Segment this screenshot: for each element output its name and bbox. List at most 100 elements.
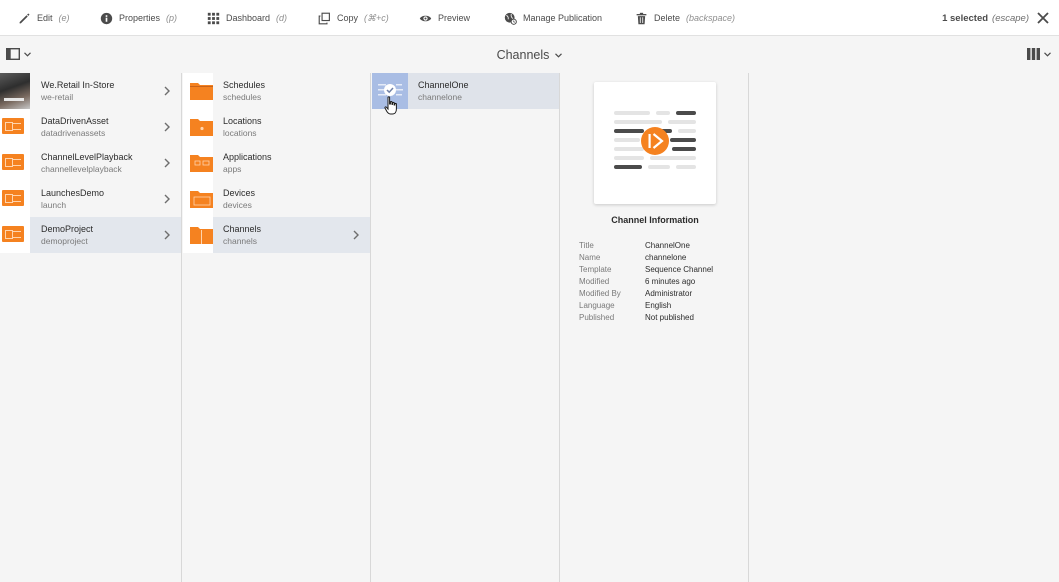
title-bar: Channels <box>0 37 1059 73</box>
item-subtitle: channels <box>223 236 258 246</box>
list-item[interactable]: ChannelOne channelone <box>372 73 559 109</box>
list-item[interactable]: Schedules schedules <box>183 73 370 109</box>
item-subtitle: launch <box>41 200 67 210</box>
metadata-value: English <box>645 300 672 310</box>
project-thumbnail <box>0 145 30 181</box>
selection-status: 1 selected (escape) <box>942 0 1029 36</box>
list-item[interactable]: DataDrivenAsset datadrivenassets <box>0 109 181 145</box>
metadata-value: Sequence Channel <box>645 264 714 274</box>
folder-icon <box>190 227 213 244</box>
list-item[interactable]: Locations locations <box>183 109 370 145</box>
list-item[interactable]: LaunchesDemo launch <box>0 181 181 217</box>
folder-thumbnail <box>183 73 213 109</box>
eye-icon <box>419 15 432 21</box>
metadata-row: Modified By Administrator <box>579 287 747 299</box>
metadata-row: Template Sequence Channel <box>579 263 747 275</box>
view-switcher-button[interactable] <box>1027 48 1051 60</box>
chevron-right-icon[interactable] <box>163 86 171 96</box>
project-thumbnail <box>0 217 30 253</box>
channel-thumbnail-image <box>614 111 696 169</box>
item-title: Locations <box>223 116 262 126</box>
item-title: Devices <box>223 188 256 198</box>
item-subtitle: schedules <box>223 92 262 102</box>
columns-icon <box>1027 48 1040 60</box>
folder-thumbnail <box>183 145 213 181</box>
item-subtitle: channellevelplayback <box>41 164 122 174</box>
item-subtitle: devices <box>223 200 252 210</box>
manage-publication-button[interactable]: Manage Publication <box>504 0 602 36</box>
play-icon <box>641 127 669 155</box>
selection-checkbox[interactable] <box>372 73 408 109</box>
item-subtitle: datadrivenassets <box>41 128 106 138</box>
preview-button[interactable]: Preview <box>419 0 470 36</box>
item-title: Applications <box>223 152 272 162</box>
item-title: ChannelLevelPlayback <box>41 152 133 162</box>
close-icon[interactable] <box>1035 10 1051 26</box>
chevron-right-icon[interactable] <box>163 194 171 204</box>
projects-column: We.Retail In-Store we-retail DataDrivenA… <box>0 73 182 582</box>
properties-shortcut: (p) <box>166 13 178 23</box>
escape-shortcut: (escape) <box>992 12 1029 24</box>
metadata-value: Administrator <box>645 288 693 298</box>
list-item[interactable]: Devices devices <box>183 181 370 217</box>
action-bar: Edit (e) Properties (p) Dashboard (d) Co… <box>0 0 1059 36</box>
metadata-key: Language <box>579 300 615 310</box>
title-dropdown[interactable]: Channels <box>0 37 1059 73</box>
item-title: Schedules <box>223 80 266 90</box>
metadata-row: Language English <box>579 299 747 311</box>
properties-button[interactable]: Properties (p) <box>100 0 177 36</box>
list-item[interactable]: DemoProject demoproject <box>0 217 181 253</box>
delete-label: Delete <box>654 13 681 23</box>
item-subtitle: apps <box>223 164 242 174</box>
folder-icon <box>190 191 213 208</box>
edit-label: Edit <box>37 13 53 23</box>
item-title: LaunchesDemo <box>41 188 105 198</box>
trash-icon <box>636 12 647 24</box>
edit-button[interactable]: Edit (e) <box>18 0 70 36</box>
info-heading: Channel Information <box>611 215 699 225</box>
folder-icon <box>190 83 213 100</box>
item-subtitle: locations <box>223 128 257 138</box>
metadata-row: Modified 6 minutes ago <box>579 275 747 287</box>
chevron-right-icon[interactable] <box>352 230 360 240</box>
pencil-icon <box>19 12 30 23</box>
list-item[interactable]: We.Retail In-Store we-retail <box>0 73 181 109</box>
delete-button[interactable]: Delete (backspace) <box>635 0 735 36</box>
item-subtitle: channelone <box>418 92 462 102</box>
folder-thumbnail <box>183 109 213 145</box>
channel-preview-card <box>594 82 716 204</box>
info-panel: Channel Information Title ChannelOne Nam… <box>561 73 749 582</box>
metadata-value: ChannelOne <box>645 240 690 250</box>
chevron-right-icon[interactable] <box>163 230 171 240</box>
list-item[interactable]: Applications apps <box>183 145 370 181</box>
properties-label: Properties <box>119 13 161 23</box>
item-title: DataDrivenAsset <box>41 116 109 126</box>
preview-label: Preview <box>438 13 471 23</box>
item-subtitle: demoproject <box>41 236 88 246</box>
metadata-key: Modified By <box>579 288 621 298</box>
copy-button[interactable]: Copy (⌘+c) <box>318 0 389 36</box>
metadata-key: Title <box>579 240 594 250</box>
folder-icon <box>190 119 213 136</box>
delete-shortcut: (backspace) <box>686 13 736 23</box>
globe-icon <box>504 12 517 25</box>
selected-count: 1 selected <box>942 12 989 24</box>
list-item[interactable]: ChannelLevelPlayback channellevelplaybac… <box>0 145 181 181</box>
dashboard-button[interactable]: Dashboard (d) <box>207 0 287 36</box>
chevron-right-icon[interactable] <box>163 122 171 132</box>
metadata-list: Title ChannelOne Name channelone Templat… <box>579 239 747 323</box>
manage-publication-label: Manage Publication <box>523 13 603 23</box>
copy-shortcut: (⌘+c) <box>364 12 389 23</box>
dashboard-shortcut: (d) <box>276 13 288 23</box>
chevron-right-icon[interactable] <box>163 158 171 168</box>
chevron-down-icon <box>555 52 563 58</box>
metadata-key: Template <box>579 264 612 274</box>
project-thumbnail <box>0 109 30 145</box>
list-item[interactable]: Channels channels <box>183 217 370 253</box>
dashboard-label: Dashboard <box>226 13 271 23</box>
check-icon <box>378 84 403 96</box>
grid-icon <box>207 12 220 24</box>
edit-shortcut: (e) <box>58 13 70 23</box>
metadata-key: Modified <box>579 276 610 286</box>
metadata-value: Not published <box>645 312 694 322</box>
